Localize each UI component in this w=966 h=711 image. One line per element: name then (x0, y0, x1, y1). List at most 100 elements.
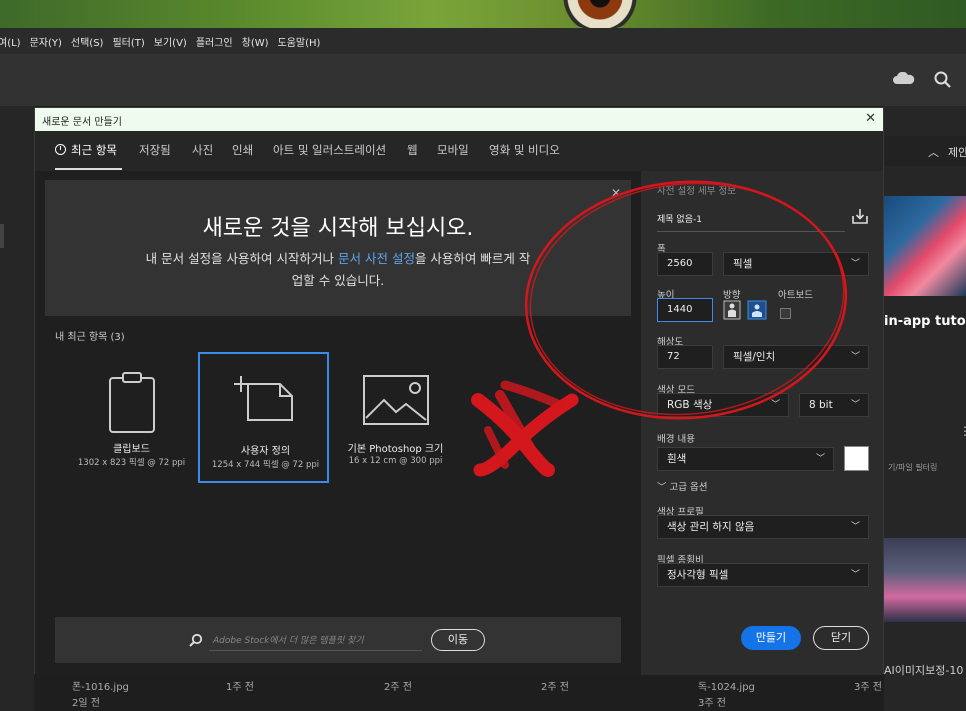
menu-item-filter[interactable]: 필터(T) (112, 34, 144, 49)
tab-recent-label: 최근 항목 (71, 143, 117, 157)
tab-mobile[interactable]: 모바일 (437, 142, 469, 158)
orientation-label: 방향 (723, 290, 741, 301)
welcome-description: 내 문서 설정을 사용하여 시작하거나 문서 사전 설정을 사용하여 빠르게 작 (45, 248, 631, 267)
chevron-down-icon: ﹀ (657, 482, 670, 493)
width-input[interactable]: 2560 (657, 252, 713, 276)
app-toolbar (0, 54, 966, 106)
left-panel-background (0, 106, 34, 711)
tab-print[interactable]: 인쇄 (232, 142, 253, 158)
bit-depth-select[interactable]: 8 bit ﹀ (799, 393, 869, 417)
details-header: 사전 설정 세부 정보 (657, 186, 736, 197)
advanced-options-label: 고급 옵션 (669, 482, 708, 493)
welcome-description-cont: 업할 수 있습니다. (291, 273, 385, 288)
banner-close-icon[interactable]: ✕ (611, 186, 621, 200)
chevron-down-icon: ﹀ (850, 522, 860, 532)
recent-files-strip: 폰-1016.jpg 2일 전 1주 전 2주 전 2주 전 독-1024.jp… (34, 674, 884, 711)
color-profile-select[interactable]: 색상 관리 하지 않음 ﹀ (657, 515, 869, 539)
resolution-unit-select[interactable]: 픽셀/인치 ﹀ (723, 345, 869, 369)
preset-size: 16 x 12 cm @ 300 ppi (348, 456, 443, 466)
tab-web[interactable]: 웹 (407, 142, 418, 158)
chevron-down-icon: ﹀ (850, 259, 860, 269)
background-select[interactable]: 흰색 ﹀ (657, 447, 834, 471)
tab-recent[interactable]: 최근 항목 (55, 142, 117, 158)
artboard-label: 아트보드 (778, 290, 813, 301)
document-presets-link[interactable]: 문서 사전 설정 (338, 251, 415, 266)
menu-item-view[interactable]: 보기(V) (154, 34, 187, 49)
menu-item-layer[interactable]: 여(L) (0, 34, 21, 49)
parrot-eye (555, 0, 645, 28)
background-color-swatch[interactable] (844, 446, 869, 471)
dialog-title: 새로운 문서 만들기 (42, 117, 122, 128)
portrait-orientation-icon[interactable] (723, 300, 741, 320)
background-banner-image (0, 0, 966, 28)
pixel-aspect-select[interactable]: 정사각형 픽셀 ﹀ (657, 563, 869, 587)
create-button[interactable]: 만들기 (741, 626, 801, 650)
menu-item-help[interactable]: 도움말(H) (278, 34, 321, 49)
adobe-stock-search: Adobe Stock에서 더 많은 템플릿 찾기 이동 (55, 617, 621, 663)
active-tab-indicator (55, 168, 122, 170)
recent-file-time: 2일 전 (72, 698, 100, 709)
save-preset-icon[interactable] (851, 207, 869, 225)
resolution-input[interactable]: 72 (657, 345, 713, 369)
preset-default-photoshop[interactable]: 기본 Photoshop 크기 16 x 12 cm @ 300 ppi (330, 352, 461, 483)
resolution-unit-value: 픽셀/인치 (733, 351, 776, 363)
preset-details-panel: 사전 설정 세부 정보 제목 없음-1 폭 2560 픽셀 ﹀ 높이 1440 방… (641, 171, 883, 675)
menu-item-type[interactable]: 문자(Y) (30, 34, 62, 49)
close-button[interactable]: 닫기 (813, 626, 869, 650)
document-name-field[interactable]: 제목 없음-1 (657, 211, 845, 232)
dialog-title-bar: 새로운 문서 만들기 ✕ (35, 108, 883, 131)
menu-item-plugins[interactable]: 플러그인 (196, 34, 233, 49)
menu-item-window[interactable]: 창(W) (242, 34, 269, 49)
dialog-close-icon[interactable]: ✕ (865, 111, 876, 126)
color-mode-select[interactable]: RGB 색상 ﹀ (657, 393, 789, 417)
chevron-down-icon: ﹀ (815, 454, 825, 464)
suggestions-header[interactable]: ︿ 제안 (884, 136, 966, 166)
tutorial-thumbnail[interactable] (884, 196, 966, 296)
pixel-aspect-value: 정사각형 픽셀 (667, 569, 729, 581)
tab-photo[interactable]: 사진 (192, 142, 213, 158)
more-options-icon[interactable]: ⋮ (959, 424, 966, 438)
tab-film-video[interactable]: 영화 및 비디오 (489, 142, 560, 158)
preset-name: 클립보드 (113, 444, 150, 455)
stock-search-input[interactable]: Adobe Stock에서 더 많은 템플릿 찾기 (213, 633, 364, 646)
width-unit-select[interactable]: 픽셀 ﹀ (723, 252, 869, 276)
file-name[interactable]: AI이미지보정-10 (884, 662, 963, 678)
recent-file-name[interactable]: 폰-1016.jpg (72, 678, 129, 693)
background-label: 배경 내용 (657, 434, 695, 445)
filter-files-text: 기/파일 필터링 (888, 463, 938, 472)
tutorial-title[interactable]: in-app tutoria (884, 314, 966, 329)
cloud-icon[interactable] (893, 72, 915, 84)
search-icon[interactable] (933, 70, 953, 90)
recent-items-label: 내 최근 항목 (3) (55, 332, 125, 343)
clock-icon (55, 144, 66, 155)
home-suggestions-panel: ︿ 제안 in-app tutoria ⋮ 기/파일 필터링 AI이미지보정-1… (884, 106, 966, 711)
chevron-down-icon: ﹀ (850, 352, 860, 362)
presets-area: ✕ 새로운 것을 시작해 보십시오. 내 문서 설정을 사용하여 시작하거나 문… (35, 171, 641, 675)
recent-file-name[interactable]: 독-1024.jpg (698, 678, 755, 693)
menu-item-select[interactable]: 선택(S) (71, 34, 104, 49)
chevron-down-icon: ﹀ (850, 400, 860, 410)
advanced-options-toggle[interactable]: ﹀ 고급 옵션 (657, 479, 708, 493)
file-thumbnail[interactable] (884, 538, 966, 622)
preset-custom[interactable]: 사용자 정의 1254 x 744 픽셀 @ 72 ppi (198, 352, 329, 483)
recent-file-time: 3주 전 (854, 682, 882, 693)
clipboard-icon (109, 372, 155, 433)
height-input[interactable]: 1440 (657, 298, 713, 322)
tab-saved[interactable]: 저장됨 (139, 142, 171, 158)
welcome-text: 을 사용하여 빠르게 작 (414, 251, 531, 266)
chevron-up-icon: ︿ (928, 146, 939, 159)
recent-file-time: 3주 전 (698, 698, 726, 709)
landscape-orientation-icon[interactable] (747, 300, 767, 320)
width-unit-value: 픽셀 (733, 258, 753, 270)
welcome-text: 내 문서 설정을 사용하여 시작하거나 (145, 251, 338, 266)
artboard-checkbox[interactable] (780, 308, 791, 319)
search-icon (189, 633, 203, 647)
background-value: 흰색 (667, 453, 687, 465)
tab-art-illustration[interactable]: 아트 및 일러스트레이션 (273, 142, 386, 158)
bit-depth-value: 8 bit (809, 399, 833, 411)
welcome-banner: ✕ 새로운 것을 시작해 보십시오. 내 문서 설정을 사용하여 시작하거나 문… (45, 180, 631, 316)
search-underline (209, 650, 422, 651)
preset-clipboard[interactable]: 클립보드 1302 x 823 픽셀 @ 72 ppi (66, 352, 197, 483)
preset-size: 1254 x 744 픽셀 @ 72 ppi (211, 460, 320, 470)
go-button[interactable]: 이동 (431, 629, 485, 651)
